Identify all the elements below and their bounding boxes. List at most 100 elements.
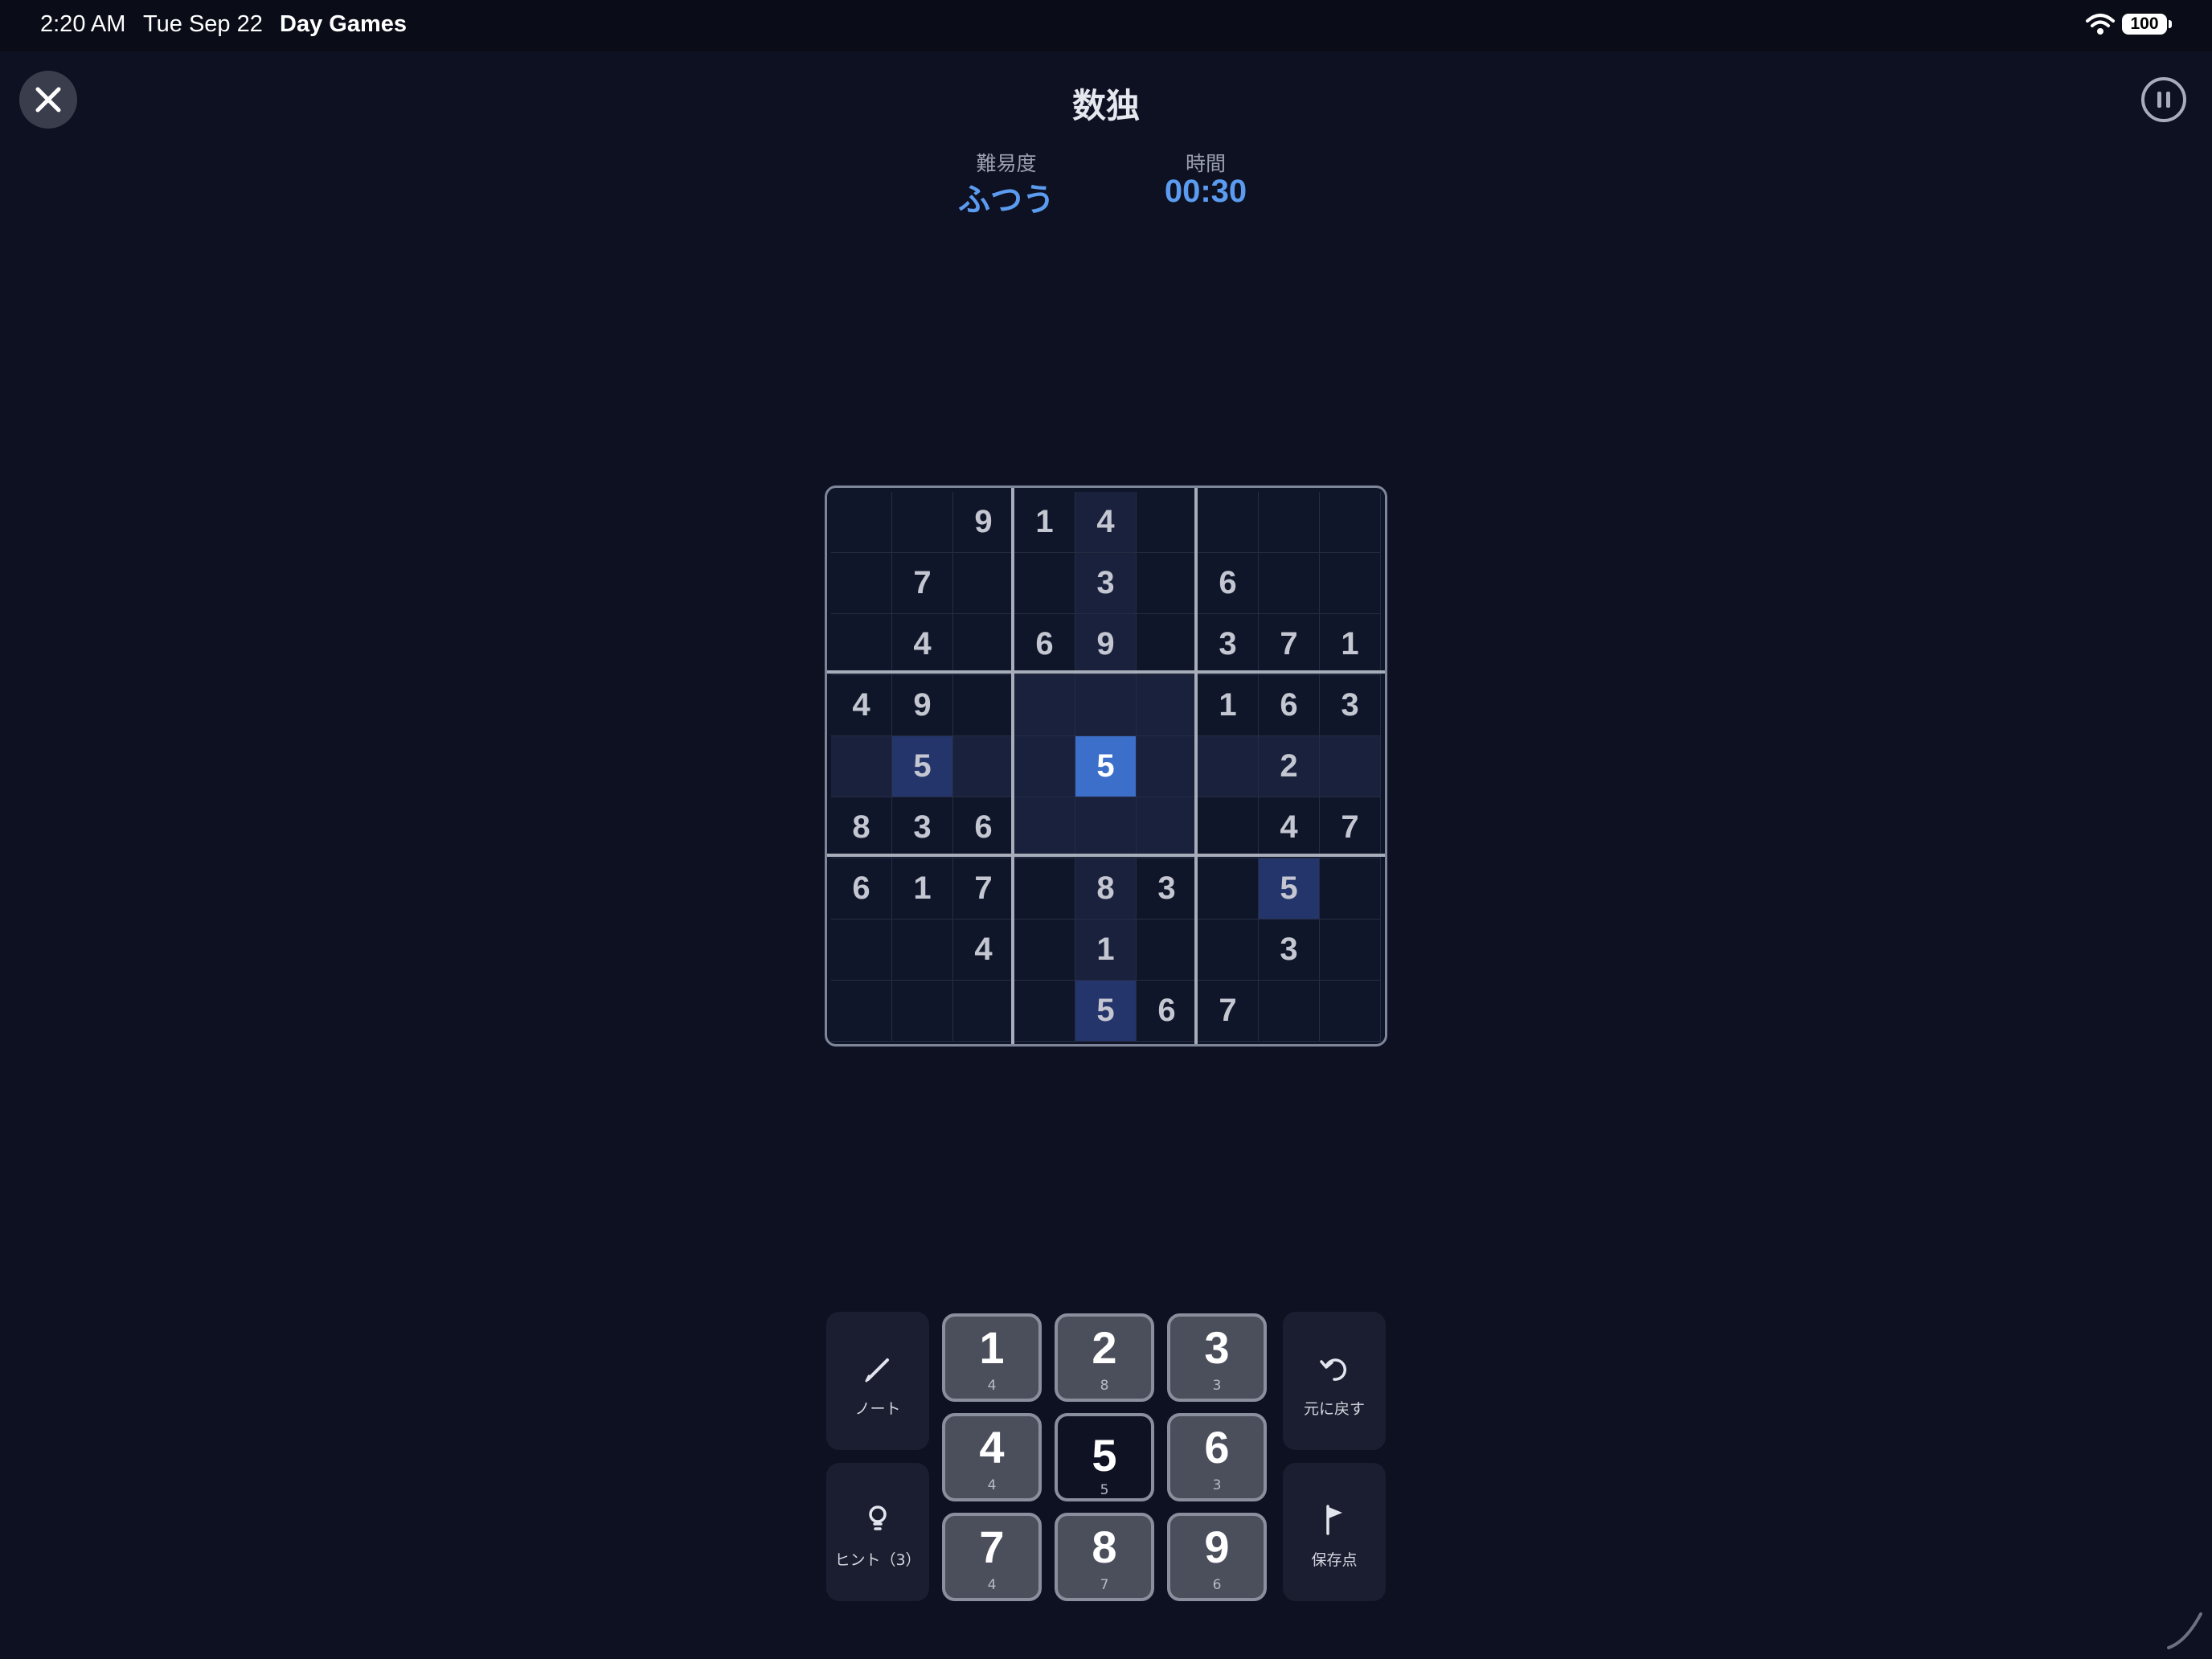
sudoku-cell-r4-c9[interactable]: 3 [1320,675,1381,736]
sudoku-cell-r3-c2[interactable]: 4 [892,614,953,675]
sudoku-cell-r1-c1[interactable] [831,492,892,553]
sudoku-cell-r3-c6[interactable] [1137,614,1198,675]
number-button-9[interactable]: 96 [1167,1513,1267,1601]
sudoku-cell-r2-c6[interactable] [1137,553,1198,614]
sudoku-cell-r6-c9[interactable]: 7 [1320,797,1381,858]
sudoku-cell-r5-c6[interactable] [1137,736,1198,797]
sudoku-cell-r9-c8[interactable] [1259,981,1320,1042]
sudoku-cell-r8-c3[interactable]: 4 [953,920,1014,981]
number-button-2[interactable]: 28 [1055,1313,1154,1402]
sudoku-cell-r7-c6[interactable]: 3 [1137,858,1198,920]
sudoku-cell-r9-c6[interactable]: 6 [1137,981,1198,1042]
sudoku-cell-r2-c1[interactable] [831,553,892,614]
note-button[interactable]: ノート [826,1312,929,1450]
hint-button[interactable]: ヒント（3） [826,1463,929,1601]
sudoku-cell-r6-c5[interactable] [1075,797,1137,858]
sudoku-cell-r9-c1[interactable] [831,981,892,1042]
sudoku-cell-r4-c4[interactable] [1014,675,1075,736]
sudoku-cell-r8-c9[interactable] [1320,920,1381,981]
sudoku-cell-r2-c5[interactable]: 3 [1075,553,1137,614]
number-button-3[interactable]: 33 [1167,1313,1267,1402]
undo-button[interactable]: 元に戻す [1283,1312,1386,1450]
sudoku-cell-r3-c3[interactable] [953,614,1014,675]
sudoku-cell-r8-c8[interactable]: 3 [1259,920,1320,981]
sudoku-cell-r1-c6[interactable] [1137,492,1198,553]
sudoku-cell-r2-c7[interactable]: 6 [1198,553,1259,614]
box-divider-v1 [1011,488,1014,1044]
sudoku-cell-r6-c4[interactable] [1014,797,1075,858]
sudoku-cell-r5-c2[interactable]: 5 [892,736,953,797]
sudoku-cell-r1-c3[interactable]: 9 [953,492,1014,553]
sudoku-cell-r8-c7[interactable] [1198,920,1259,981]
pause-button[interactable] [2141,77,2186,122]
sudoku-cell-r3-c5[interactable]: 9 [1075,614,1137,675]
number-button-4[interactable]: 44 [942,1413,1042,1501]
sudoku-cell-r6-c8[interactable]: 4 [1259,797,1320,858]
sudoku-cell-r8-c6[interactable] [1137,920,1198,981]
sudoku-cell-r5-c1[interactable] [831,736,892,797]
sudoku-cell-r3-c7[interactable]: 3 [1198,614,1259,675]
sudoku-cell-r6-c3[interactable]: 6 [953,797,1014,858]
close-button[interactable] [19,71,77,129]
sudoku-cell-r3-c9[interactable]: 1 [1320,614,1381,675]
number-button-7[interactable]: 74 [942,1513,1042,1601]
sudoku-cell-r1-c8[interactable] [1259,492,1320,553]
sudoku-cell-r5-c5[interactable]: 5 [1075,736,1137,797]
sudoku-cell-r7-c3[interactable]: 7 [953,858,1014,920]
sudoku-cell-r8-c1[interactable] [831,920,892,981]
sudoku-cell-r3-c4[interactable]: 6 [1014,614,1075,675]
sudoku-cell-r4-c2[interactable]: 9 [892,675,953,736]
number-button-6[interactable]: 63 [1167,1413,1267,1501]
number-button-8[interactable]: 87 [1055,1513,1154,1601]
undo-icon [1320,1358,1347,1381]
sudoku-cell-r9-c3[interactable] [953,981,1014,1042]
sudoku-cell-r8-c4[interactable] [1014,920,1075,981]
sudoku-cell-r2-c9[interactable] [1320,553,1381,614]
sudoku-cell-r6-c7[interactable] [1198,797,1259,858]
sudoku-cell-r6-c1[interactable]: 8 [831,797,892,858]
sudoku-cell-r5-c7[interactable] [1198,736,1259,797]
sudoku-cell-r7-c7[interactable] [1198,858,1259,920]
sudoku-cell-r4-c8[interactable]: 6 [1259,675,1320,736]
sudoku-cell-r4-c6[interactable] [1137,675,1198,736]
sudoku-cell-r2-c3[interactable] [953,553,1014,614]
sudoku-cell-r6-c2[interactable]: 3 [892,797,953,858]
sudoku-cell-r1-c5[interactable]: 4 [1075,492,1137,553]
sudoku-cell-r6-c6[interactable] [1137,797,1198,858]
number-count: 6 [1212,1577,1222,1593]
sudoku-cell-r7-c9[interactable] [1320,858,1381,920]
sudoku-cell-r7-c2[interactable]: 1 [892,858,953,920]
sudoku-cell-r9-c7[interactable]: 7 [1198,981,1259,1042]
sudoku-cell-r4-c3[interactable] [953,675,1014,736]
checkpoint-button[interactable]: 保存点 [1283,1463,1386,1601]
sudoku-cell-r7-c8[interactable]: 5 [1259,858,1320,920]
sudoku-cell-r1-c7[interactable] [1198,492,1259,553]
sudoku-cell-r5-c8[interactable]: 2 [1259,736,1320,797]
sudoku-cell-r5-c3[interactable] [953,736,1014,797]
sudoku-cell-r3-c1[interactable] [831,614,892,675]
sudoku-cell-r3-c8[interactable]: 7 [1259,614,1320,675]
sudoku-cell-r1-c4[interactable]: 1 [1014,492,1075,553]
sudoku-cell-r5-c9[interactable] [1320,736,1381,797]
sudoku-cell-r1-c2[interactable] [892,492,953,553]
sudoku-cell-r2-c8[interactable] [1259,553,1320,614]
sudoku-cell-r7-c4[interactable] [1014,858,1075,920]
sudoku-cell-r9-c2[interactable] [892,981,953,1042]
sudoku-cell-r9-c4[interactable] [1014,981,1075,1042]
sudoku-cell-r9-c5[interactable]: 5 [1075,981,1137,1042]
sudoku-cell-r9-c9[interactable] [1320,981,1381,1042]
sudoku-cell-r8-c2[interactable] [892,920,953,981]
timer-label: 時間 [1185,152,1226,175]
sudoku-cell-r4-c1[interactable]: 4 [831,675,892,736]
sudoku-cell-r8-c5[interactable]: 1 [1075,920,1137,981]
sudoku-cell-r2-c4[interactable] [1014,553,1075,614]
sudoku-cell-r4-c5[interactable] [1075,675,1137,736]
sudoku-cell-r7-c1[interactable]: 6 [831,858,892,920]
number-button-1[interactable]: 14 [942,1313,1042,1402]
number-button-5[interactable]: 55 [1055,1413,1154,1501]
sudoku-cell-r4-c7[interactable]: 1 [1198,675,1259,736]
sudoku-cell-r1-c9[interactable] [1320,492,1381,553]
sudoku-cell-r2-c2[interactable]: 7 [892,553,953,614]
sudoku-cell-r5-c4[interactable] [1014,736,1075,797]
sudoku-cell-r7-c5[interactable]: 8 [1075,858,1137,920]
